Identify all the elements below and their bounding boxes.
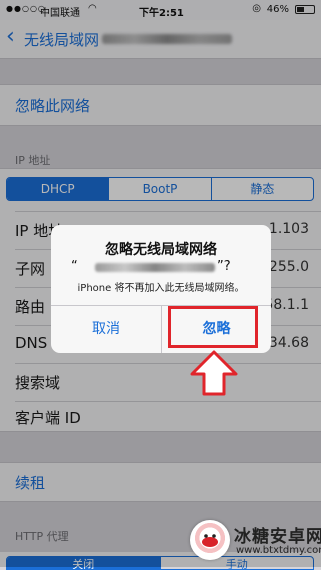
alert-title: 忽略无线局域网络: [105, 242, 217, 258]
highlight-box: [168, 306, 258, 348]
watermark: 冰糖安卓网 www.btxtdmy.com: [188, 518, 321, 562]
watermark-url: www.btxtdmy.com: [236, 545, 321, 556]
alert-ssid-open-quote: “: [71, 259, 78, 274]
up-arrow-icon: [190, 350, 238, 396]
cancel-button[interactable]: 取消: [51, 305, 161, 353]
alert-network-name-redacted: [95, 263, 215, 272]
watermark-logo-icon: [190, 520, 230, 560]
watermark-brand: 冰糖安卓网: [234, 527, 321, 547]
alert-ssid-close-quote: ”?: [217, 259, 231, 274]
alert-message: iPhone 将不再加入此无线局域网络。: [77, 283, 245, 294]
